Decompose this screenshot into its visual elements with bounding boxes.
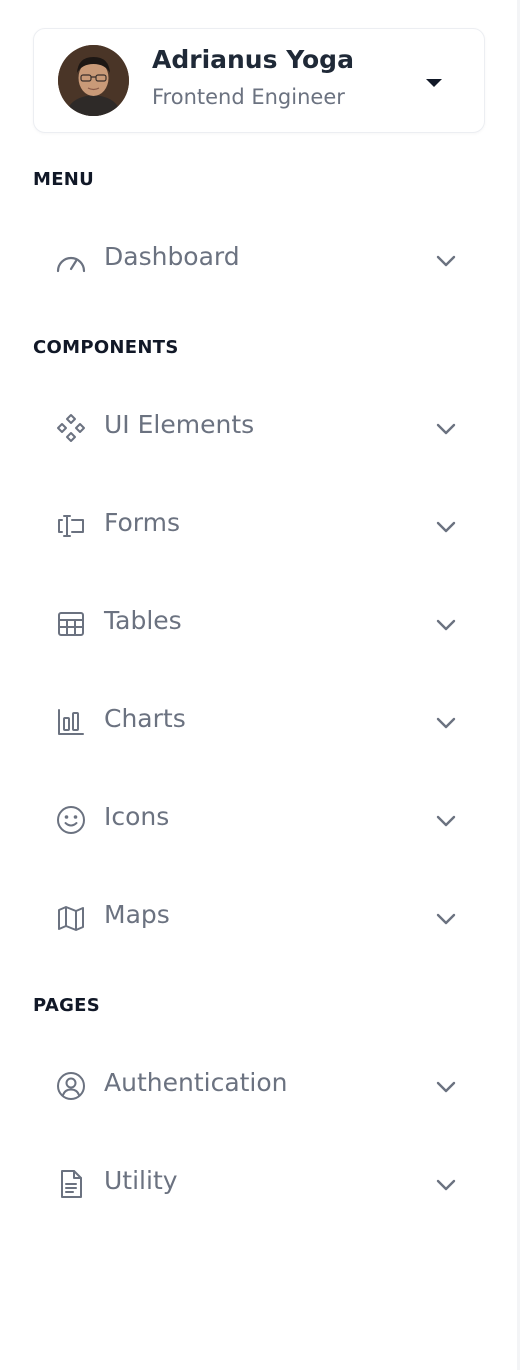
nav-item-utility[interactable]: Utility — [33, 1152, 473, 1216]
nav-label: Authentication — [104, 1068, 288, 1097]
nav-label: UI Elements — [104, 410, 255, 439]
section-title-menu: MENU — [33, 169, 95, 190]
caret-down-icon — [426, 79, 442, 87]
form-input-icon — [55, 510, 87, 542]
nav-label: Forms — [104, 508, 181, 537]
nav-item-forms[interactable]: Forms — [33, 494, 473, 558]
chevron-down-icon — [433, 1074, 459, 1100]
nav-item-charts[interactable]: Charts — [33, 690, 473, 754]
profile-role: Frontend Engineer — [152, 85, 345, 109]
bar-chart-icon — [55, 706, 87, 738]
profile-name: Adrianus Yoga — [152, 45, 354, 74]
nav-item-dashboard[interactable]: Dashboard — [33, 228, 473, 292]
table-icon — [55, 608, 87, 640]
chevron-down-icon — [433, 710, 459, 736]
nav-label: Dashboard — [104, 242, 240, 271]
user-circle-icon — [55, 1070, 87, 1102]
avatar[interactable] — [58, 45, 129, 116]
profile-menu-toggle[interactable] — [418, 69, 450, 97]
nav-item-tables[interactable]: Tables — [33, 592, 473, 656]
gauge-icon — [55, 244, 87, 276]
chevron-down-icon — [433, 612, 459, 638]
sidebar: Adrianus Yoga Frontend Engineer MENU Das… — [0, 0, 520, 1370]
profile-card[interactable]: Adrianus Yoga Frontend Engineer — [33, 28, 485, 133]
chevron-down-icon — [433, 514, 459, 540]
chevron-down-icon — [433, 248, 459, 274]
map-icon — [55, 902, 87, 934]
nav-label: Maps — [104, 900, 170, 929]
nav-label: Tables — [104, 606, 182, 635]
nav-item-ui-elements[interactable]: UI Elements — [33, 396, 473, 460]
nav-label: Charts — [104, 704, 186, 733]
smiley-icon — [55, 804, 87, 836]
components-icon — [55, 412, 87, 444]
chevron-down-icon — [433, 808, 459, 834]
document-icon — [55, 1168, 87, 1200]
section-title-pages: PAGES — [33, 995, 101, 1016]
chevron-down-icon — [433, 416, 459, 442]
nav-item-icons[interactable]: Icons — [33, 788, 473, 852]
nav-label: Icons — [104, 802, 170, 831]
chevron-down-icon — [433, 906, 459, 932]
section-title-components: COMPONENTS — [33, 337, 179, 358]
nav-label: Utility — [104, 1166, 178, 1195]
chevron-down-icon — [433, 1172, 459, 1198]
nav-item-maps[interactable]: Maps — [33, 886, 473, 950]
nav-item-authentication[interactable]: Authentication — [33, 1054, 473, 1118]
